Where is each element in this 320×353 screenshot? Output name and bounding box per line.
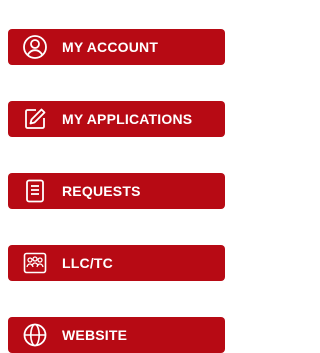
globe-icon: [22, 322, 48, 348]
document-icon: [22, 178, 48, 204]
requests-label: REQUESTS: [62, 183, 141, 199]
my-account-label: MY ACCOUNT: [62, 39, 159, 55]
main-menu: MY ACCOUNT MY APPLICATIONS REQUESTS LLC/…: [0, 0, 242, 353]
group-icon: [22, 250, 48, 276]
requests-button[interactable]: REQUESTS: [8, 173, 225, 209]
edit-square-icon: [22, 106, 48, 132]
user-circle-icon: [22, 34, 48, 60]
website-button[interactable]: WEBSITE: [8, 317, 225, 353]
website-label: WEBSITE: [62, 327, 128, 343]
my-account-button[interactable]: MY ACCOUNT: [8, 29, 225, 65]
my-applications-button[interactable]: MY APPLICATIONS: [8, 101, 225, 137]
llc-tc-button[interactable]: LLC/TC: [8, 245, 225, 281]
my-applications-label: MY APPLICATIONS: [62, 111, 193, 127]
llc-tc-label: LLC/TC: [62, 255, 113, 271]
